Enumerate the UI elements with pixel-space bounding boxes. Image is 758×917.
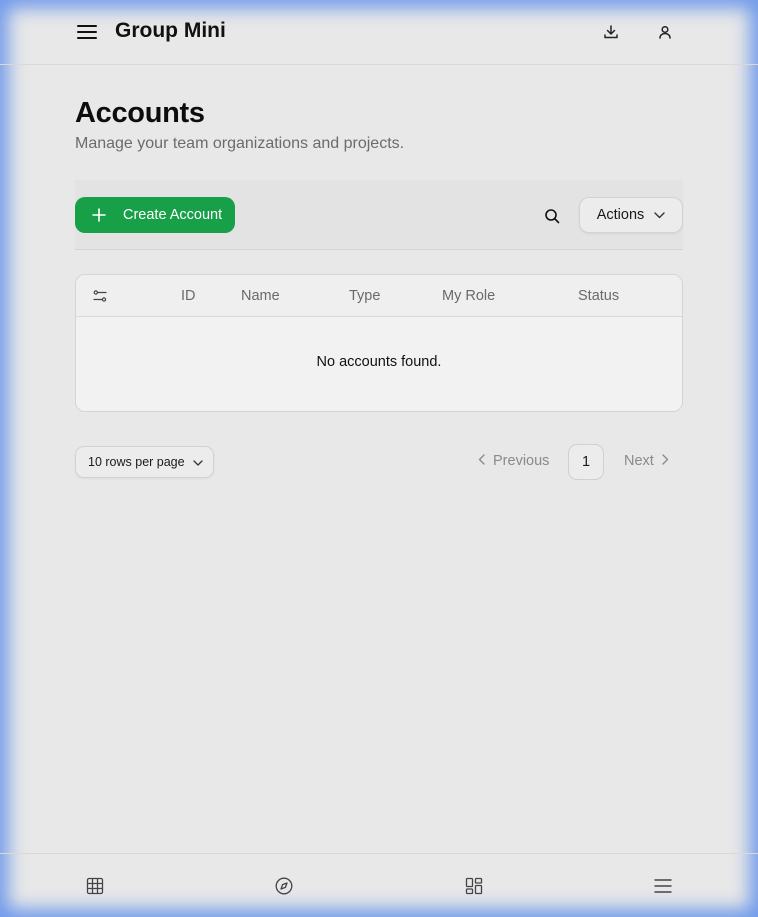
app-title: Group Mini: [115, 19, 226, 42]
dashboard-icon[interactable]: [464, 876, 484, 896]
rows-per-page-label: 10 rows per page: [88, 455, 185, 469]
chevron-down-icon: [192, 455, 203, 469]
menu-icon[interactable]: [653, 876, 673, 896]
create-account-button[interactable]: Create Account: [75, 197, 235, 233]
user-icon[interactable]: [654, 21, 676, 43]
actions-dropdown[interactable]: Actions: [579, 197, 683, 233]
actions-label: Actions: [596, 207, 645, 223]
hamburger-menu-icon[interactable]: [76, 21, 98, 43]
plus-icon: [75, 208, 123, 222]
next-label: Next: [624, 453, 654, 469]
create-account-label: Create Account: [123, 207, 223, 223]
download-icon[interactable]: [600, 21, 622, 43]
page-subtitle: Manage your team organizations and proje…: [75, 135, 405, 152]
page-number-current[interactable]: 1: [568, 444, 604, 480]
bottom-nav: [0, 853, 758, 917]
column-settings-icon[interactable]: [92, 288, 108, 304]
previous-label: Previous: [493, 453, 550, 469]
empty-state-message: No accounts found.: [316, 354, 442, 370]
compass-icon[interactable]: [274, 876, 294, 896]
next-page-button[interactable]: Next: [624, 453, 669, 469]
rows-per-page-select[interactable]: 10 rows per page: [75, 446, 214, 478]
chevron-right-icon: [662, 453, 669, 469]
page-title: Accounts: [75, 97, 205, 129]
column-header-my-role[interactable]: My Role: [442, 288, 495, 304]
column-header-status[interactable]: Status: [578, 288, 619, 304]
column-header-id[interactable]: ID: [181, 288, 196, 304]
chevron-down-icon: [654, 207, 665, 223]
table-header: ID Name Type My Role Status: [76, 275, 682, 317]
search-icon[interactable]: [541, 205, 563, 227]
accounts-table: ID Name Type My Role Status No accounts …: [75, 274, 683, 412]
top-bar: Group Mini: [0, 0, 758, 65]
app-window: Group Mini Accounts Manage your team org…: [0, 0, 758, 917]
grid-icon[interactable]: [85, 876, 105, 896]
chevron-left-icon: [478, 453, 485, 469]
table-toolbar: Create Account Actions: [75, 180, 683, 250]
column-header-type[interactable]: Type: [349, 288, 380, 304]
previous-page-button[interactable]: Previous: [478, 453, 549, 469]
column-header-name[interactable]: Name: [241, 288, 280, 304]
